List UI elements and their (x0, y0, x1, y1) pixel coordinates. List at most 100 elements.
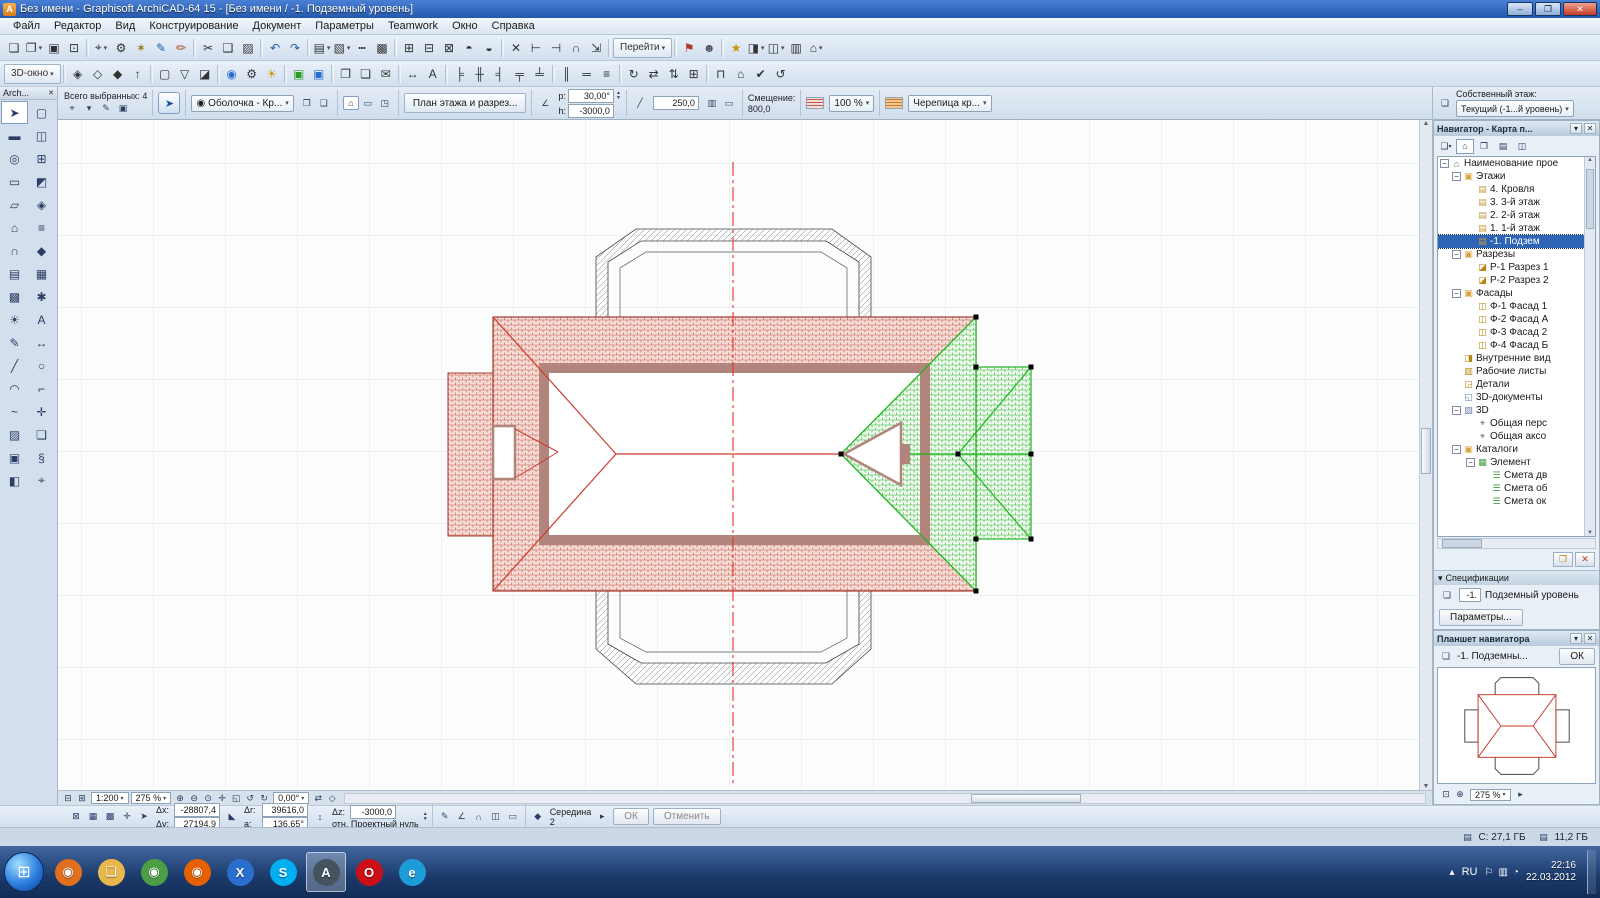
hidden-icons-button[interactable]: ▴ (1450, 867, 1455, 878)
hotspot-tool[interactable]: ✛ (28, 400, 55, 423)
tree-expander[interactable]: − (1452, 406, 1461, 415)
align-bottom-icon[interactable]: ╧ (530, 64, 550, 84)
dz-value[interactable]: -3000,0 (350, 804, 396, 819)
preview-step-icon[interactable]: ▸ (1514, 788, 1528, 801)
navigator-close-icon[interactable]: ✕ (1584, 123, 1596, 134)
model-view-options-icon[interactable]: ◫ (766, 38, 786, 58)
taskbar-app-firefox[interactable]: ◉ (177, 852, 217, 892)
horizontal-scroll-thumb[interactable] (971, 793, 1082, 803)
menu-view[interactable]: Вид (108, 19, 142, 33)
tree-item-story-1[interactable]: ▤ 1. 1-й этаж (1438, 222, 1584, 235)
tree-expander[interactable] (1480, 497, 1489, 506)
sep[interactable] (721, 38, 725, 57)
maximize-button[interactable]: ❐ (1535, 2, 1561, 16)
snap-step-icon[interactable]: ▸ (595, 810, 609, 823)
window-tool[interactable]: ⊞ (28, 147, 55, 170)
tree-item-schedule-objects[interactable]: ☰ Смета об (1438, 482, 1584, 495)
select-arrow-tool[interactable]: ➤ (1, 101, 28, 124)
sep[interactable] (307, 38, 310, 57)
tree-expander[interactable] (1466, 328, 1475, 337)
tree-item-schedule-doors[interactable]: ☰ Смета дв (1438, 469, 1584, 482)
structure-icon[interactable]: ▥ (704, 96, 720, 110)
tree-expander[interactable]: − (1452, 172, 1461, 181)
navigator-publisher-icon[interactable]: ◫ (1513, 139, 1531, 154)
tree-expander[interactable] (1466, 185, 1475, 194)
navigator-settings-icon[interactable]: ❐ (1553, 552, 1573, 567)
offset-value[interactable]: 800,0 (748, 104, 796, 114)
library-popup-icon[interactable]: ❏ (316, 96, 332, 110)
align-center-icon[interactable]: ╫ (470, 64, 490, 84)
material-combo[interactable]: Черепица кр... (908, 94, 992, 112)
left-roof-extension[interactable] (447, 372, 494, 537)
pen-sets-icon[interactable]: ▧ (332, 38, 352, 58)
adjust-icon[interactable]: ⊣ (546, 38, 566, 58)
align-left-icon[interactable]: ╞ (450, 64, 470, 84)
navigator-layout-book-icon[interactable]: ▤ (1494, 139, 1512, 154)
tree-expander[interactable] (1466, 224, 1475, 233)
skylight-tool[interactable]: ◈ (28, 193, 55, 216)
reference-line-icon[interactable]: ▭ (721, 96, 737, 110)
grid-snap-icon[interactable]: ▦ (85, 810, 101, 824)
tree-expander[interactable] (1452, 393, 1461, 402)
preview-close-icon[interactable]: ✕ (1584, 633, 1596, 644)
align-right-icon[interactable]: ╡ (490, 64, 510, 84)
tree-item-story-minus1[interactable]: ▤ -1. Подзем (1438, 234, 1585, 249)
elevation-tool[interactable]: ◧ (1, 469, 28, 492)
solid-operations-icon[interactable]: ⊓ (711, 64, 731, 84)
network-icon[interactable]: ◔ (1513, 867, 1519, 878)
dz-spinner[interactable]: ▲ ▼ (423, 811, 428, 822)
navigator-project-chooser-icon[interactable]: ❏ (1437, 139, 1455, 154)
gravity-icon[interactable]: ◫ (488, 810, 504, 824)
perspective-icon[interactable]: ◇ (88, 64, 108, 84)
render-settings-icon[interactable]: ⚙ (242, 64, 262, 84)
specifications-header[interactable]: ▾ Спецификации (1434, 570, 1599, 585)
tree-expander[interactable]: − (1452, 250, 1461, 259)
navigator-delete-icon[interactable]: ✕ (1575, 552, 1595, 567)
menu-design[interactable]: Конструирование (142, 19, 245, 33)
line-types-icon[interactable]: ┅ (352, 38, 372, 58)
inject-parameters-icon[interactable]: ✏ (171, 38, 191, 58)
blue-model-icon[interactable]: ▣ (309, 64, 329, 84)
photorender-icon[interactable]: ◉ (222, 64, 242, 84)
snap-grid-icon[interactable]: ▩ (102, 810, 118, 824)
ungroup-icon[interactable]: ⊟ (419, 38, 439, 58)
undo-icon[interactable]: ↶ (265, 38, 285, 58)
ok-button[interactable]: ОК (613, 808, 649, 825)
preview-zoom-icon[interactable]: ⊕ (1453, 788, 1467, 801)
sep[interactable] (62, 64, 66, 83)
clock[interactable]: 22:16 22.03.2012 (1526, 860, 1576, 884)
master-layout-icon[interactable]: ❏ (356, 64, 376, 84)
height-input[interactable]: -3000,0 (567, 103, 614, 118)
label-tool[interactable]: ✎ (1, 331, 28, 354)
wall-tool[interactable]: ▬ (1, 124, 28, 147)
arc-tool[interactable]: ◠ (1, 377, 28, 400)
preview-thumbnail[interactable] (1437, 667, 1596, 784)
new-icon[interactable]: ❏ (4, 38, 24, 58)
minimize-button[interactable]: ‒ (1507, 2, 1533, 16)
flat-segment-icon[interactable]: ▭ (360, 96, 376, 110)
send-backward-icon[interactable]: ◒ (479, 38, 499, 58)
save-icon[interactable]: ▣ (44, 38, 64, 58)
tree-item-element[interactable]: − ▦ Элемент (1438, 456, 1584, 469)
copy-icon[interactable]: ❑ (218, 38, 238, 58)
vertical-scrollbar[interactable]: ▲ ▼ (1419, 120, 1432, 790)
tree-expander[interactable] (1452, 380, 1461, 389)
toolbox-close-icon[interactable]: ✕ (48, 89, 54, 97)
dimension-tool[interactable]: ↔ (28, 331, 55, 354)
mirror-icon[interactable]: ⇄ (644, 64, 664, 84)
quick-layers-icon[interactable]: ▥ (786, 38, 806, 58)
tree-item-interior-views[interactable]: ◨ Внутренние вид (1438, 352, 1584, 365)
cut-icon[interactable]: ✂ (198, 38, 218, 58)
menu-document[interactable]: Документ (246, 19, 309, 33)
section-tool[interactable]: § (28, 446, 55, 469)
sep[interactable] (618, 64, 622, 83)
navigator-tree[interactable]: − ⌂ Наименование прое − ▣ Этажи ▤ 4. Кро… (1437, 156, 1596, 537)
tree-item-3d[interactable]: − ▧ 3D (1438, 404, 1584, 417)
tree-item-details[interactable]: ◲ Детали (1438, 378, 1584, 391)
tree-expander[interactable]: − (1452, 445, 1461, 454)
sep[interactable] (86, 38, 89, 57)
preview-fit-icon[interactable]: ⊡ (1439, 788, 1453, 801)
marquee-3d-icon[interactable]: ▢ (155, 64, 175, 84)
close-button[interactable]: ✕ (1563, 2, 1597, 16)
tree-expander[interactable] (1480, 484, 1489, 493)
